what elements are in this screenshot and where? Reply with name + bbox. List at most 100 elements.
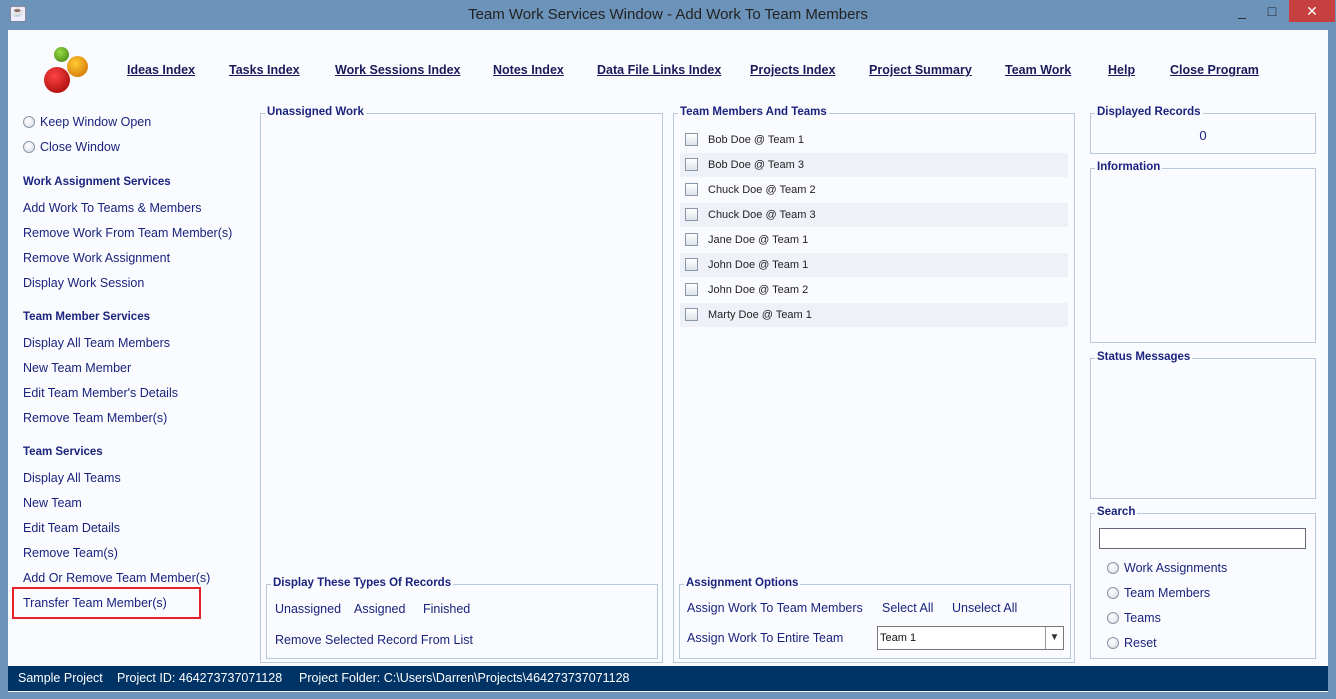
nav-tasks-index[interactable]: Tasks Index (229, 63, 300, 77)
search-input[interactable] (1099, 528, 1306, 549)
nav-close-program[interactable]: Close Program (1170, 63, 1259, 77)
project-id: Project ID: 464273737071128 (117, 671, 283, 685)
information-panel: Information (1090, 161, 1316, 343)
section-heading: Team Services (23, 446, 103, 458)
checkbox[interactable] (685, 183, 698, 196)
maximize-button[interactable]: □ (1256, 0, 1288, 22)
sidebar-item[interactable]: Display All Teams (23, 471, 121, 485)
search-option-radio[interactable]: Work Assignments (1107, 561, 1227, 575)
nav-project-summary[interactable]: Project Summary (869, 63, 972, 77)
displayed-count: 0 (1199, 128, 1207, 143)
close-window-radio[interactable]: Close Window (23, 140, 120, 154)
group-title: Display These Types Of Records (271, 577, 454, 589)
member-checkbox-row[interactable]: John Doe @ Team 1 (680, 253, 1068, 277)
finished-filter[interactable]: Finished (423, 602, 470, 616)
search-option-radio[interactable]: Reset (1107, 636, 1157, 650)
member-checkbox-row[interactable]: Chuck Doe @ Team 3 (680, 203, 1068, 227)
search-option-radio[interactable]: Teams (1107, 611, 1161, 625)
nav-work-sessions-index[interactable]: Work Sessions Index (335, 63, 461, 77)
sidebar-item[interactable]: Edit Team Member's Details (23, 386, 178, 400)
panel-title: Unassigned Work (265, 106, 366, 118)
checkbox[interactable] (685, 233, 698, 246)
sidebar-item[interactable]: Display Work Session (23, 276, 144, 290)
unassigned-filter[interactable]: Unassigned (275, 602, 341, 616)
checkbox[interactable] (685, 208, 698, 221)
sidebar-item[interactable]: Remove Team(s) (23, 546, 118, 560)
member-label: Chuck Doe @ Team 2 (708, 184, 816, 196)
select-all-button[interactable]: Select All (882, 601, 933, 615)
member-checkbox-row[interactable]: John Doe @ Team 2 (680, 278, 1068, 302)
member-label: Marty Doe @ Team 1 (708, 309, 812, 321)
nav-team-work[interactable]: Team Work (1005, 63, 1071, 77)
section-heading: Work Assignment Services (23, 176, 171, 188)
app-logo (44, 46, 92, 94)
assign-to-team-button[interactable]: Assign Work To Entire Team (687, 631, 843, 645)
sidebar-item[interactable]: Add Work To Teams & Members (23, 201, 202, 215)
assigned-filter[interactable]: Assigned (354, 602, 405, 616)
sidebar-item[interactable]: Display All Team Members (23, 336, 170, 350)
nav-help[interactable]: Help (1108, 63, 1135, 77)
group-title: Assignment Options (684, 577, 801, 589)
nav-ideas-index[interactable]: Ideas Index (127, 63, 195, 77)
radio-label: Reset (1124, 636, 1157, 650)
member-checkbox-row[interactable]: Bob Doe @ Team 1 (680, 128, 1068, 152)
assignment-options-group: Assignment Options Assign Work To Team M… (679, 577, 1071, 659)
panel-title: Information (1095, 161, 1163, 173)
window-title: Team Work Services Window - Add Work To … (468, 6, 868, 23)
sidebar-item[interactable]: Add Or Remove Team Member(s) (23, 571, 210, 585)
chevron-down-icon[interactable]: ▼ (1045, 627, 1063, 649)
sidebar-item[interactable]: Remove Team Member(s) (23, 411, 167, 425)
member-label: John Doe @ Team 1 (708, 259, 809, 271)
project-folder: Project Folder: C:\Users\Darren\Projects… (299, 671, 630, 685)
sidebar-item[interactable]: New Team Member (23, 361, 131, 375)
team-select[interactable]: Team 1 ▼ (877, 626, 1064, 650)
display-types-group: Display These Types Of Records Unassigne… (266, 577, 658, 659)
section-heading: Team Member Services (23, 311, 150, 323)
unassigned-work-panel: Unassigned Work Display These Types Of R… (260, 106, 663, 663)
sidebar-item[interactable]: New Team (23, 496, 82, 510)
checkbox[interactable] (685, 133, 698, 146)
checkbox[interactable] (685, 258, 698, 271)
checkbox[interactable] (685, 158, 698, 171)
checkbox[interactable] (685, 283, 698, 296)
status-bar: Sample Project Project ID: 4642737370711… (8, 666, 1328, 691)
assign-to-members-button[interactable]: Assign Work To Team Members (687, 601, 863, 615)
radio-label: Teams (1124, 611, 1161, 625)
unselect-all-button[interactable]: Unselect All (952, 601, 1017, 615)
nav-projects-index[interactable]: Projects Index (750, 63, 835, 77)
member-checkbox-row[interactable]: Marty Doe @ Team 1 (680, 303, 1068, 327)
radio-label: Work Assignments (1124, 561, 1228, 575)
panel-title: Search (1095, 506, 1138, 518)
nav-notes-index[interactable]: Notes Index (493, 63, 564, 77)
checkbox[interactable] (685, 308, 698, 321)
radio-label: Close Window (40, 140, 120, 154)
title-bar: ☕ Team Work Services Window - Add Work T… (0, 0, 1336, 30)
member-label: Bob Doe @ Team 1 (708, 134, 804, 146)
nav-data-file-links-index[interactable]: Data File Links Index (597, 63, 721, 77)
displayed-records-panel: Displayed Records 0 (1090, 106, 1316, 154)
member-label: Chuck Doe @ Team 3 (708, 209, 816, 221)
search-option-radio[interactable]: Team Members (1107, 586, 1210, 600)
radio-label: Keep Window Open (40, 115, 152, 129)
panel-title: Team Members And Teams (678, 106, 829, 118)
sidebar-item[interactable]: Remove Work From Team Member(s) (23, 226, 232, 240)
panel-title: Status Messages (1095, 351, 1193, 363)
member-checkbox-row[interactable]: Jane Doe @ Team 1 (680, 228, 1068, 252)
sidebar-item[interactable]: Edit Team Details (23, 521, 120, 535)
member-label: Jane Doe @ Team 1 (708, 234, 809, 246)
member-checkbox-row[interactable]: Chuck Doe @ Team 2 (680, 178, 1068, 202)
sidebar-item[interactable]: Remove Work Assignment (23, 251, 170, 265)
member-label: John Doe @ Team 2 (708, 284, 809, 296)
radio-label: Team Members (1124, 586, 1211, 600)
remove-selected-button[interactable]: Remove Selected Record From List (275, 633, 473, 647)
project-name: Sample Project (18, 671, 103, 685)
member-checkbox-row[interactable]: Bob Doe @ Team 3 (680, 153, 1068, 177)
member-label: Bob Doe @ Team 3 (708, 159, 804, 171)
status-messages-panel: Status Messages (1090, 351, 1316, 499)
minimize-button[interactable]: _ (1226, 0, 1258, 22)
keep-window-open-radio[interactable]: Keep Window Open (23, 115, 151, 129)
highlight-box (12, 587, 201, 619)
team-select-value: Team 1 (880, 632, 917, 644)
close-button[interactable]: ✕ (1289, 0, 1335, 22)
panel-title: Displayed Records (1095, 106, 1203, 118)
